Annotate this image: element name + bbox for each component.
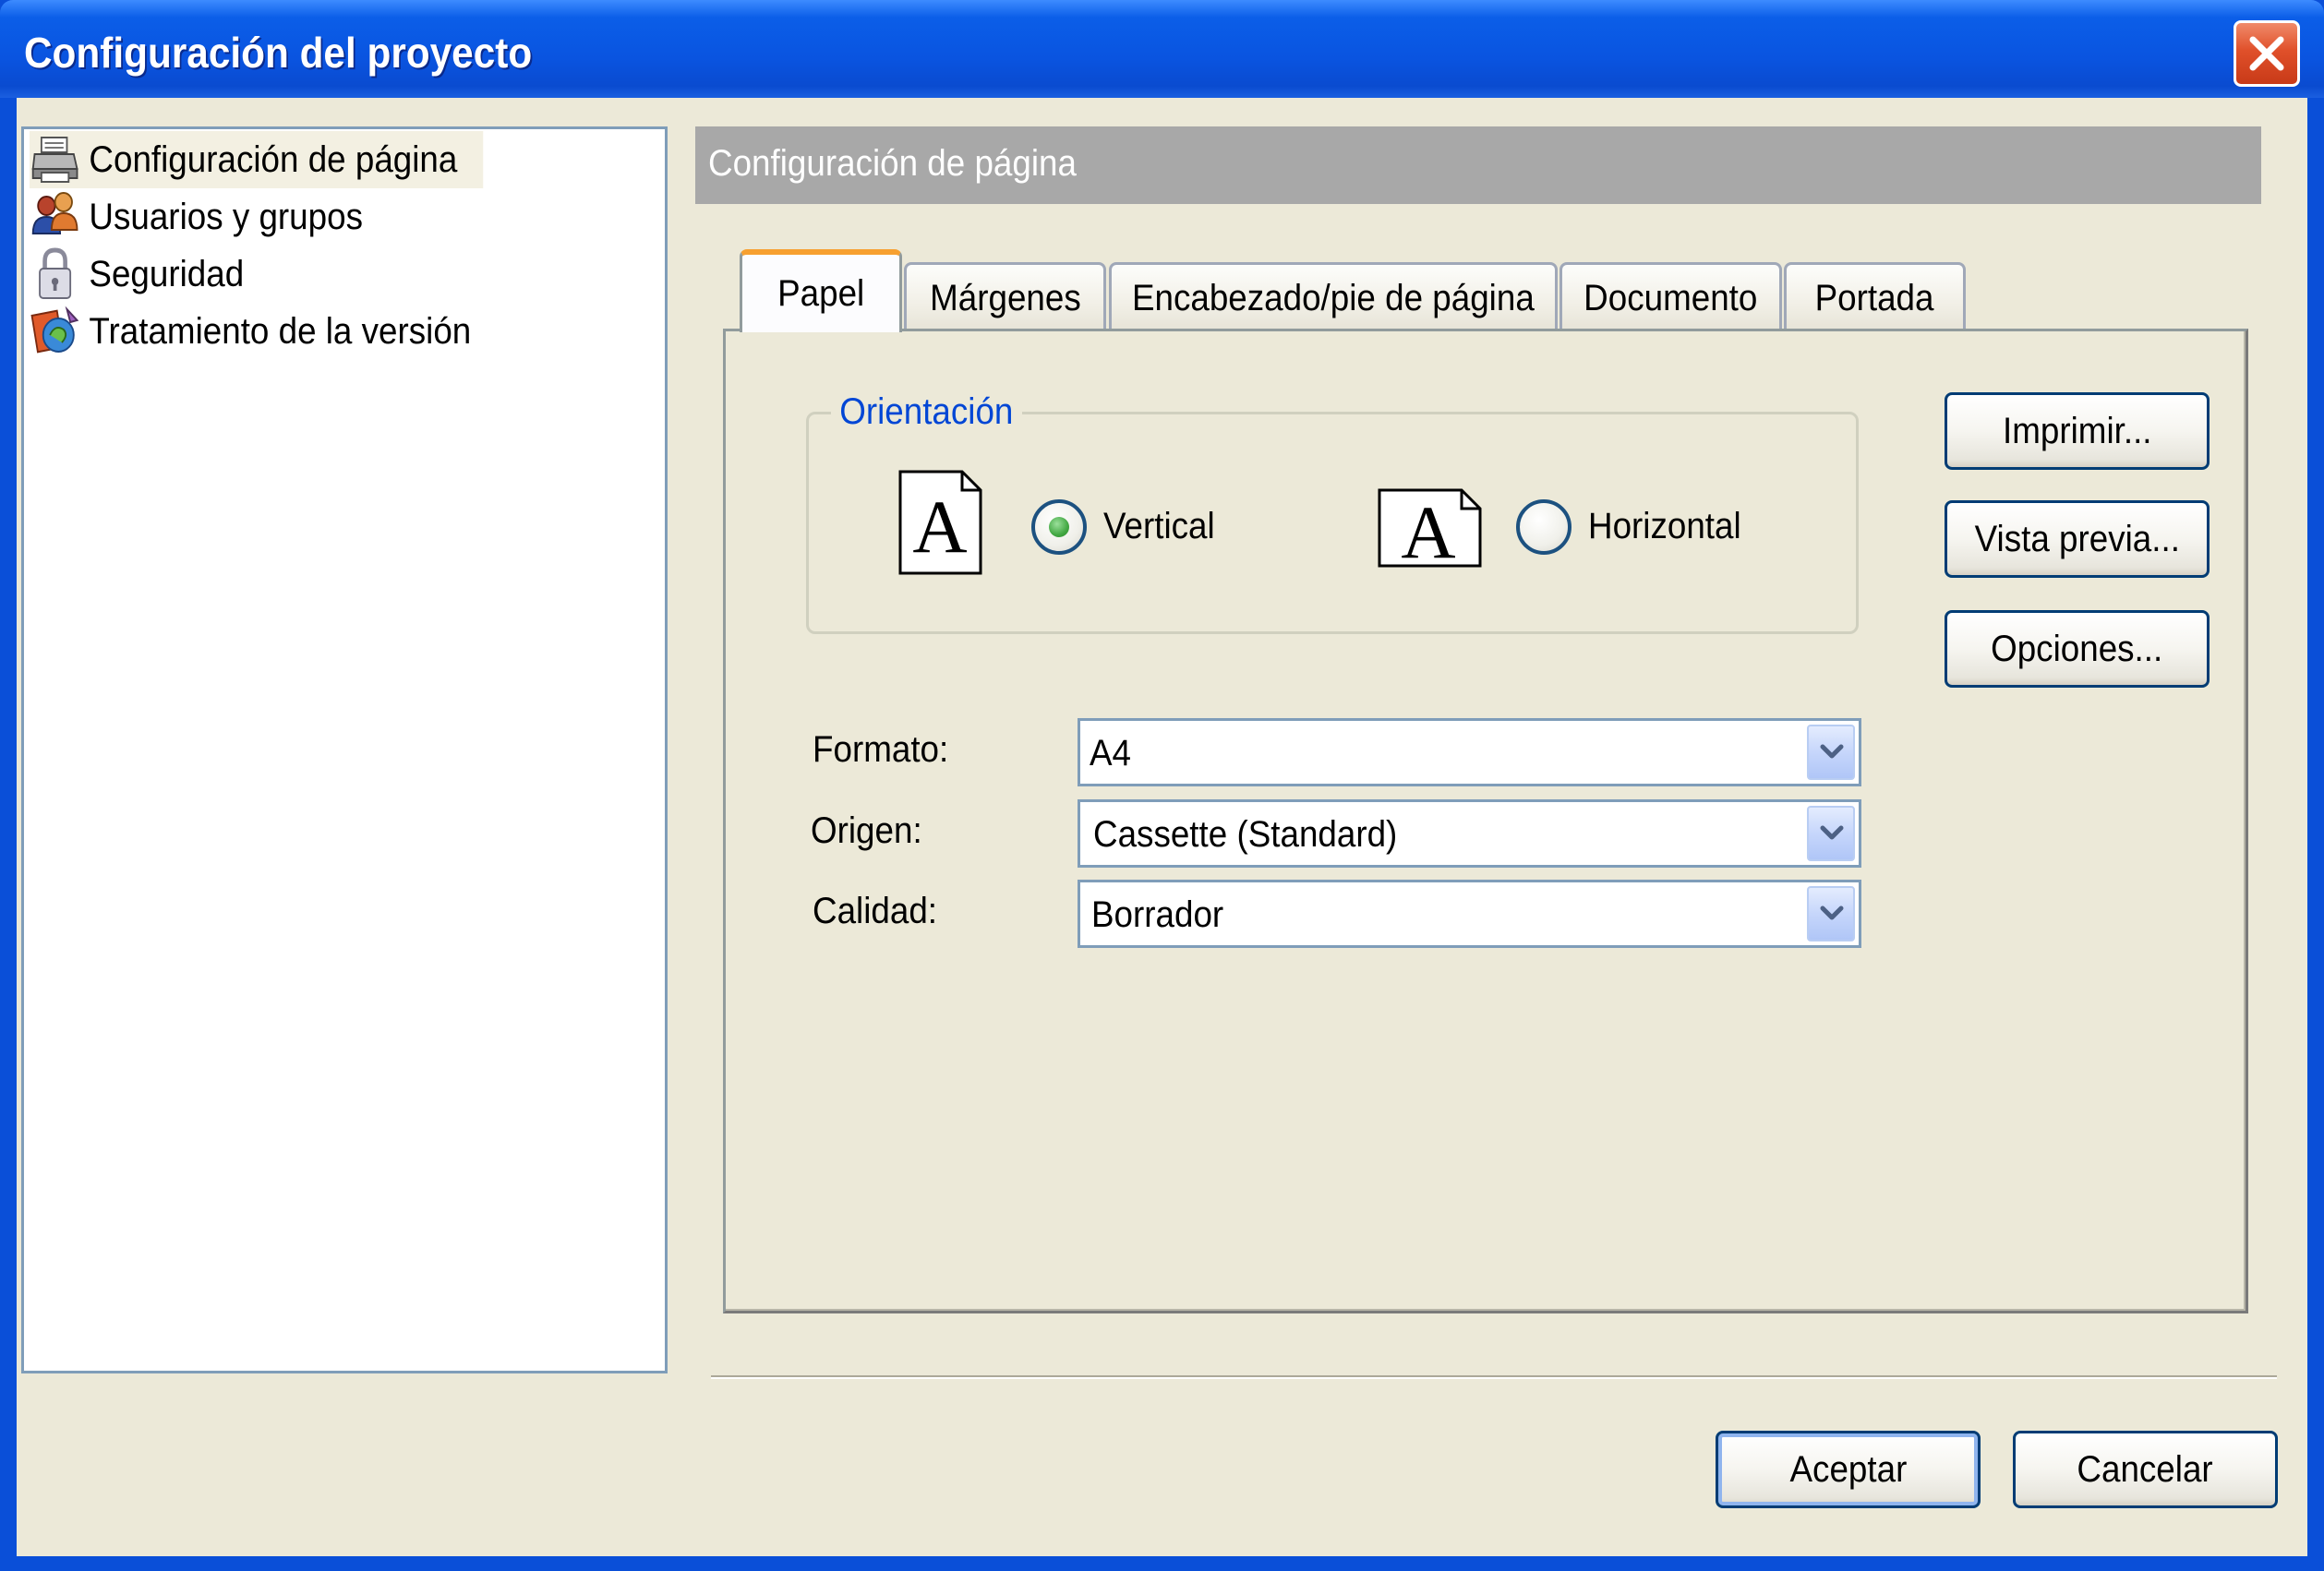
chevron-down-icon bbox=[1820, 905, 1844, 920]
svg-text:A: A bbox=[1401, 490, 1455, 569]
print-button[interactable]: Imprimir... bbox=[1945, 392, 2210, 470]
cancel-button[interactable]: Cancelar bbox=[2013, 1431, 2278, 1508]
source-select[interactable]: Cassette (Standard) bbox=[1078, 799, 1861, 868]
format-select[interactable]: A4 bbox=[1078, 718, 1861, 786]
options-button[interactable]: Opciones... bbox=[1945, 610, 2210, 688]
title-bar[interactable]: Configuración del proyecto bbox=[0, 0, 2324, 98]
radio-checked-dot bbox=[1049, 517, 1069, 537]
window-title: Configuración del proyecto bbox=[24, 29, 533, 77]
tree-item-label: Tratamiento de la versión bbox=[89, 310, 472, 352]
tab-document[interactable]: Documento bbox=[1559, 262, 1782, 332]
panel-header: Configuración de página bbox=[695, 126, 2261, 204]
panel-title: Configuración de página bbox=[708, 143, 1077, 184]
footer-separator bbox=[711, 1375, 2277, 1379]
printer-icon bbox=[31, 137, 78, 183]
radio-horizontal[interactable] bbox=[1516, 499, 1571, 555]
format-value: A4 bbox=[1090, 733, 1132, 774]
source-dropdown-button[interactable] bbox=[1807, 806, 1855, 861]
source-label: Origen: bbox=[811, 810, 922, 851]
tree-item-users-groups[interactable]: Usuarios y grupos bbox=[30, 188, 363, 246]
tree-item-security[interactable]: Seguridad bbox=[30, 246, 244, 303]
lock-icon bbox=[39, 247, 72, 299]
ok-button[interactable]: Aceptar bbox=[1716, 1431, 1981, 1508]
portrait-page-icon: A bbox=[898, 470, 982, 575]
svg-text:A: A bbox=[912, 485, 967, 569]
tab-cover[interactable]: Portada bbox=[1784, 262, 1966, 332]
landscape-page-icon: A bbox=[1378, 488, 1482, 569]
tree-item-label: Usuarios y grupos bbox=[89, 196, 363, 237]
orientation-legend: Orientación bbox=[831, 391, 1022, 433]
source-value: Cassette (Standard) bbox=[1093, 814, 1398, 855]
version-icon bbox=[30, 306, 79, 354]
tab-paper[interactable]: Papel bbox=[740, 249, 902, 332]
quality-label: Calidad: bbox=[813, 891, 938, 931]
quality-value: Borrador bbox=[1091, 894, 1224, 935]
chevron-down-icon bbox=[1820, 744, 1844, 759]
tree-item-version-handling[interactable]: Tratamiento de la versión bbox=[30, 303, 471, 360]
quality-dropdown-button[interactable] bbox=[1807, 886, 1855, 941]
format-dropdown-button[interactable] bbox=[1807, 725, 1855, 780]
settings-tree[interactable]: Configuración de página Usuarios y grupo… bbox=[21, 126, 668, 1373]
tab-margins[interactable]: Márgenes bbox=[904, 262, 1106, 332]
preview-button[interactable]: Vista previa... bbox=[1945, 500, 2210, 578]
radio-horizontal-label: Horizontal bbox=[1588, 506, 1741, 546]
quality-select[interactable]: Borrador bbox=[1078, 880, 1861, 948]
format-label: Formato: bbox=[813, 729, 949, 770]
tab-header-footer[interactable]: Encabezado/pie de página bbox=[1109, 262, 1558, 332]
chevron-down-icon bbox=[1820, 825, 1844, 840]
users-icon bbox=[31, 192, 78, 234]
close-button[interactable] bbox=[2234, 20, 2300, 87]
radio-vertical-label: Vertical bbox=[1103, 506, 1215, 546]
radio-vertical[interactable] bbox=[1031, 499, 1087, 555]
tree-item-page-setup[interactable]: Configuración de página bbox=[30, 131, 483, 188]
tree-item-label: Configuración de página bbox=[89, 138, 458, 180]
tree-item-label: Seguridad bbox=[89, 253, 245, 294]
close-icon bbox=[2249, 36, 2284, 71]
